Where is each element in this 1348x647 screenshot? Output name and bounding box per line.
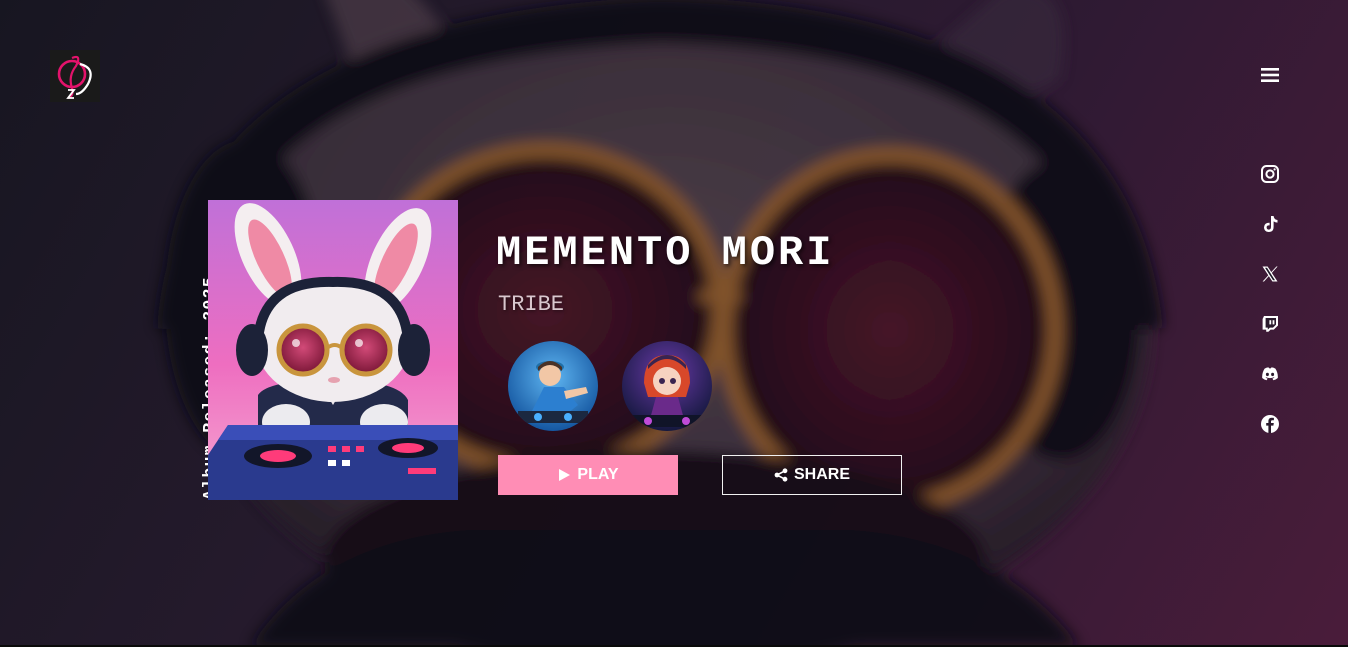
play-icon (559, 469, 571, 481)
social-instagram-link[interactable] (1256, 160, 1284, 188)
instagram-icon (1261, 165, 1279, 183)
facebook-icon (1261, 415, 1279, 433)
treble-clef-logo-icon (50, 50, 100, 102)
share-button[interactable]: SHARE (722, 455, 902, 495)
play-button-label: PLAY (577, 466, 619, 483)
social-links (1256, 160, 1284, 460)
album-cover (208, 200, 458, 500)
album-title: MEMENTO MORI (496, 229, 835, 277)
social-twitch-link[interactable] (1256, 310, 1284, 338)
hamburger-menu-icon (1261, 68, 1279, 82)
x-twitter-icon (1262, 266, 1278, 282)
artist-name: TRIBE (498, 292, 565, 317)
share-icon (774, 468, 788, 482)
menu-button[interactable] (1257, 64, 1283, 86)
play-button[interactable]: PLAY (498, 455, 678, 495)
share-button-label: SHARE (793, 466, 850, 483)
social-x-link[interactable] (1256, 260, 1284, 288)
twitch-icon (1262, 316, 1278, 332)
tiktok-icon (1264, 216, 1278, 232)
artist-avatar[interactable] (508, 341, 598, 431)
social-discord-link[interactable] (1256, 360, 1284, 388)
artist-avatar[interactable] (622, 341, 712, 431)
discord-icon (1262, 367, 1278, 381)
social-facebook-link[interactable] (1256, 410, 1284, 438)
site-logo[interactable] (50, 50, 100, 102)
social-tiktok-link[interactable] (1256, 210, 1284, 238)
